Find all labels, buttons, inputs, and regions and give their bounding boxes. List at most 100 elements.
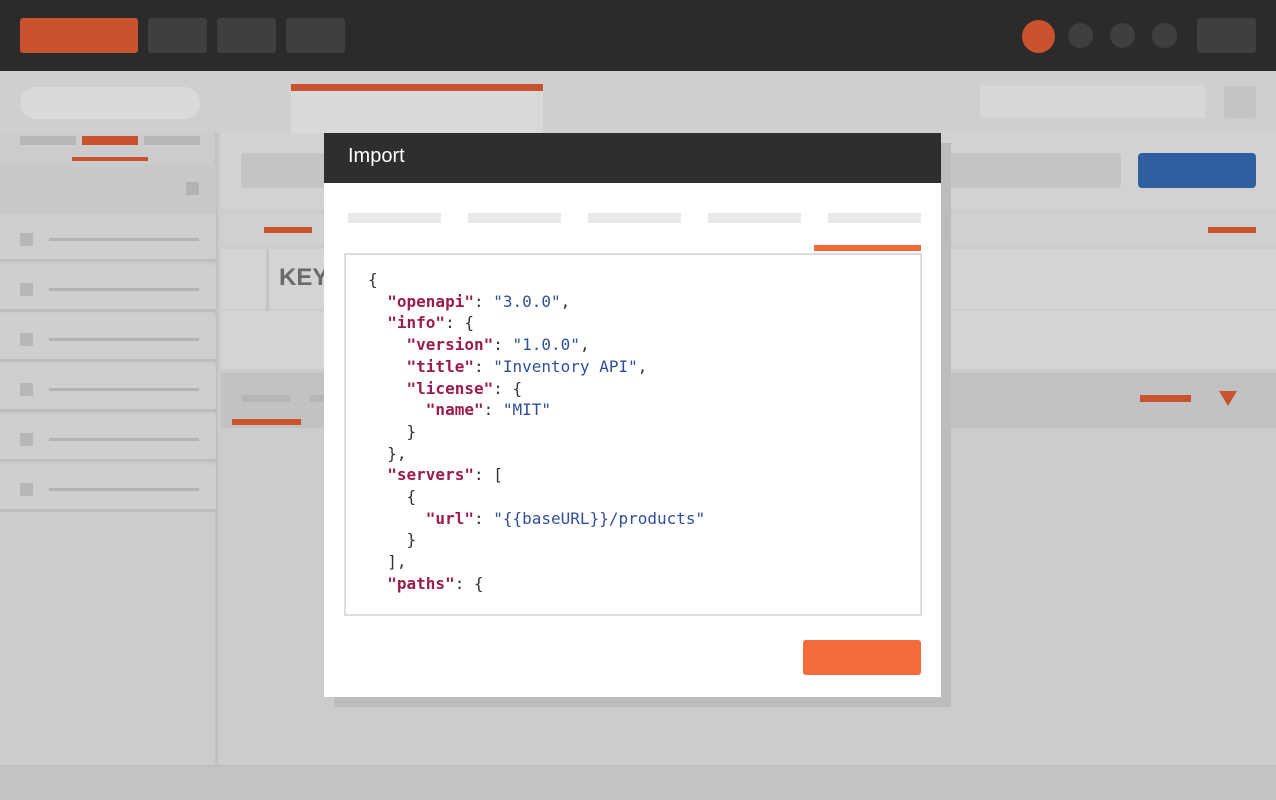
folder-icon	[20, 333, 33, 346]
import-tab-link[interactable]	[588, 213, 681, 223]
nav-button[interactable]	[286, 18, 345, 53]
json-punctuation: :	[493, 335, 513, 355]
active-workspace-tab[interactable]	[291, 84, 543, 133]
json-string: "3.0.0"	[493, 291, 561, 311]
json-punctuation: },	[368, 443, 407, 463]
sidebar-item-label	[49, 238, 199, 241]
json-punctuation: :	[473, 508, 494, 528]
json-punctuation: : [	[473, 465, 503, 485]
import-tab-code-repository[interactable]	[708, 213, 801, 223]
json-punctuation	[368, 335, 407, 354]
json-string: "{{baseURL}}/products"	[493, 508, 706, 528]
sidebar	[0, 133, 218, 765]
folder-icon	[20, 483, 33, 496]
request-tab-active[interactable]	[264, 227, 312, 233]
json-key: "info"	[387, 313, 446, 333]
active-tab-indicator	[814, 245, 921, 251]
primary-nav-button[interactable]	[20, 18, 138, 53]
json-punctuation: ,	[560, 291, 571, 311]
status-bar	[0, 765, 1276, 800]
import-tab-folder[interactable]	[468, 213, 561, 223]
send-button[interactable]	[1138, 153, 1256, 188]
help-icon[interactable]	[1110, 23, 1135, 48]
json-punctuation	[368, 379, 407, 398]
response-tab[interactable]	[242, 395, 290, 402]
sidebar-item[interactable]	[0, 465, 216, 512]
sub-header	[0, 71, 1276, 133]
code-line: {	[368, 486, 705, 508]
json-punctuation	[368, 313, 387, 332]
json-punctuation	[368, 465, 387, 484]
account-button[interactable]	[1197, 18, 1256, 53]
json-key: "servers"	[387, 465, 474, 485]
profile-icon[interactable]	[1152, 23, 1177, 48]
sidebar-item-label	[49, 288, 199, 291]
json-punctuation: ],	[368, 552, 407, 572]
json-key: "openapi"	[387, 291, 474, 311]
sidebar-item[interactable]	[0, 365, 216, 412]
json-punctuation: ,	[637, 356, 648, 376]
folder-icon	[20, 233, 33, 246]
json-punctuation: : {	[445, 313, 474, 333]
sidebar-toolbar	[0, 164, 216, 214]
code-line: "openapi": "3.0.0",	[368, 291, 705, 313]
sidebar-tab[interactable]	[20, 136, 76, 145]
json-punctuation	[368, 400, 426, 419]
sidebar-item[interactable]	[0, 265, 216, 312]
sidebar-item-label	[49, 388, 199, 391]
json-string: "MIT"	[502, 400, 552, 420]
import-tab-raw-text[interactable]	[828, 213, 921, 223]
nav-button[interactable]	[217, 18, 276, 53]
json-punctuation: :	[483, 400, 503, 420]
json-punctuation	[368, 574, 387, 593]
sidebar-options-icon[interactable]	[186, 182, 199, 195]
json-punctuation: ,	[579, 335, 590, 355]
code-line: "info": {	[368, 312, 705, 334]
import-tab-file[interactable]	[348, 213, 441, 223]
json-key: "url"	[425, 508, 474, 528]
code-line: "paths": {	[368, 573, 705, 595]
json-punctuation: :	[473, 356, 494, 376]
code-line: },	[368, 443, 705, 465]
code-line: {	[368, 269, 705, 291]
json-punctuation	[368, 509, 426, 528]
response-status	[1140, 395, 1191, 402]
code-line: "title": "Inventory API",	[368, 356, 705, 378]
json-punctuation: }	[368, 530, 417, 550]
environment-settings-icon[interactable]	[1224, 86, 1256, 118]
dialog-title: Import	[348, 145, 405, 167]
json-key: "name"	[425, 400, 484, 420]
nav-button[interactable]	[148, 18, 207, 53]
notification-icon[interactable]	[1022, 20, 1055, 53]
json-string: "1.0.0"	[512, 335, 580, 355]
raw-text-editor[interactable]: { "openapi": "3.0.0", "info": { "version…	[344, 253, 922, 616]
folder-icon	[20, 433, 33, 446]
cookies-link[interactable]	[1208, 227, 1256, 233]
json-punctuation: {	[368, 270, 378, 289]
sidebar-tab[interactable]	[144, 136, 200, 145]
environment-select[interactable]	[980, 85, 1205, 118]
sidebar-item-label	[49, 438, 199, 441]
sidebar-item[interactable]	[0, 315, 216, 362]
sidebar-item[interactable]	[0, 215, 216, 262]
code-line: "name": "MIT"	[368, 399, 705, 421]
code-line: ],	[368, 551, 705, 573]
json-key: "license"	[406, 378, 494, 398]
sidebar-item[interactable]	[0, 415, 216, 462]
response-tab-indicator	[232, 419, 301, 425]
sidebar-tab-active[interactable]	[82, 136, 138, 145]
settings-icon[interactable]	[1068, 23, 1093, 48]
json-punctuation: :	[473, 291, 494, 311]
json-code: { "openapi": "3.0.0", "info": { "version…	[368, 269, 705, 595]
json-punctuation	[368, 357, 407, 376]
json-key: "title"	[406, 356, 474, 376]
dialog-header: Import	[324, 133, 941, 183]
workspace-search-input[interactable]	[20, 87, 200, 119]
json-punctuation: }	[368, 421, 417, 441]
code-line: "version": "1.0.0",	[368, 334, 705, 356]
json-punctuation: : {	[454, 573, 484, 593]
import-button[interactable]	[803, 640, 921, 675]
code-line: "license": {	[368, 378, 705, 400]
chevron-down-icon[interactable]	[1219, 391, 1237, 407]
code-line: }	[368, 421, 705, 443]
